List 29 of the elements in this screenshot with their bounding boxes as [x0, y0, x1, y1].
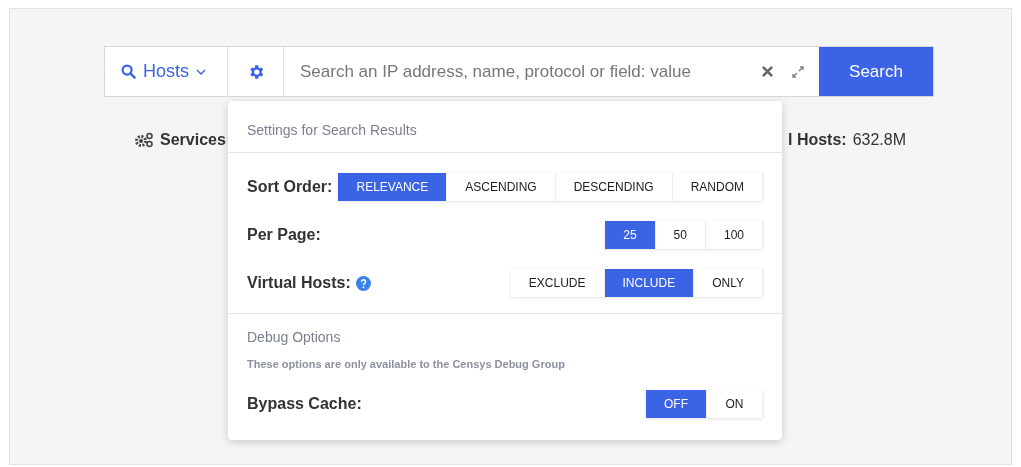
- debug-title: Debug Options: [247, 329, 342, 345]
- help-icon[interactable]: [355, 275, 371, 291]
- gears-icon: [134, 132, 154, 148]
- option-button[interactable]: ONLY: [694, 269, 763, 297]
- option-button[interactable]: OFF: [646, 390, 707, 418]
- option-button[interactable]: ASCENDING: [447, 173, 556, 201]
- option-button[interactable]: ON: [707, 390, 763, 418]
- stat-label: l Hosts:: [788, 131, 847, 149]
- option-label: Sort Order:: [247, 178, 333, 196]
- option-button[interactable]: EXCLUDE: [510, 269, 605, 297]
- clear-icon[interactable]: [762, 66, 773, 77]
- settings-title: Settings for Search Results: [228, 101, 782, 153]
- chevron-icon: [196, 68, 206, 75]
- option-button[interactable]: 50: [655, 221, 706, 249]
- option-button[interactable]: INCLUDE: [604, 269, 695, 297]
- debug-note: These options are only available to the Censys Debug Group: [247, 358, 566, 370]
- option-button[interactable]: 25: [605, 221, 656, 249]
- option-button[interactable]: RELEVANCE: [338, 173, 448, 201]
- stat-label: Services: [160, 131, 226, 149]
- option-label: Bypass Cache:: [247, 395, 362, 413]
- search-icon: [121, 64, 136, 79]
- option-button[interactable]: DESCENDING: [555, 173, 673, 201]
- expand-icon[interactable]: [791, 64, 805, 79]
- option-label: Virtual Hosts:: [247, 274, 351, 292]
- option-button[interactable]: 100: [705, 221, 763, 249]
- option-label: Per Page:: [247, 226, 321, 244]
- option-button[interactable]: RANDOM: [672, 173, 763, 201]
- stat-value: 632.8M: [852, 131, 907, 149]
- search-button[interactable]: Search: [819, 47, 933, 96]
